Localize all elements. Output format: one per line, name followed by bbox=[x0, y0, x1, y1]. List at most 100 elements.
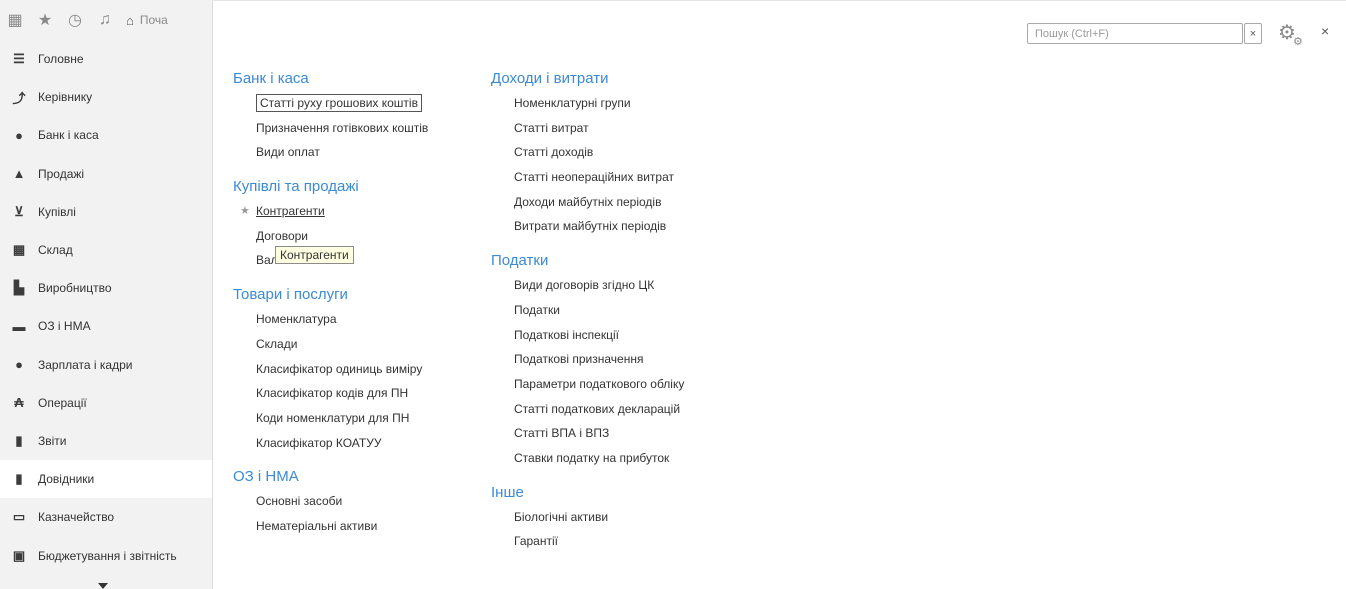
sidebar-item[interactable]: ▙ Виробництво bbox=[0, 269, 212, 307]
nav-link-label: Класифікатор кодів для ПН bbox=[256, 386, 409, 401]
nav-link-label: Контрагенти bbox=[256, 204, 325, 219]
scroll-down-icon[interactable] bbox=[98, 583, 108, 589]
nav-link[interactable]: Класифікатор кодів для ПН bbox=[256, 381, 428, 406]
nav-link-label: Номенклатура bbox=[256, 312, 337, 327]
nav-link[interactable]: Класифікатор КОАТУУ bbox=[256, 431, 428, 456]
sidebar-item-label: Керівнику bbox=[38, 90, 93, 105]
section-title: Інше bbox=[491, 483, 524, 501]
nav-link[interactable]: Договори bbox=[256, 224, 428, 249]
sidebar-item[interactable]: ₳ Операції bbox=[0, 384, 212, 422]
nav-link[interactable]: Призначення готівкових коштів bbox=[256, 116, 428, 141]
nav-link-label: Статті податкових декларацій bbox=[514, 401, 681, 416]
nav-link[interactable]: Класифікатор одиниць виміру bbox=[256, 357, 428, 382]
nav-link[interactable]: Податки bbox=[514, 298, 684, 323]
nav-link[interactable]: Нематеріальні активи bbox=[256, 514, 428, 539]
close-button[interactable]: × bbox=[1321, 23, 1329, 39]
favorite-star-icon[interactable]: ★ bbox=[240, 199, 250, 224]
nav-link[interactable]: Ставки податку на прибуток bbox=[514, 446, 684, 471]
nav-link[interactable]: Коди номенклатури для ПН bbox=[256, 406, 428, 431]
sidebar-item-label: Купівлі bbox=[38, 204, 76, 219]
nav-link[interactable]: Статті ВПА і ВПЗ bbox=[514, 421, 684, 446]
operations-icon: ₳ bbox=[14, 395, 24, 411]
sidebar-item[interactable]: ▮ Звіти bbox=[0, 422, 212, 460]
nav-link[interactable]: Основні засоби bbox=[256, 489, 428, 514]
section-links: Номенклатурні групи Статті витрат Статті д… bbox=[491, 91, 684, 239]
nav-link[interactable]: Податкові призначення bbox=[514, 347, 684, 372]
nav-link[interactable]: Податкові інспекції bbox=[514, 323, 684, 348]
sidebar-item[interactable]: ▲ Продажі bbox=[0, 155, 212, 193]
nav-link[interactable]: Статті руху грошових коштів bbox=[256, 91, 428, 116]
sidebar-toolbar: ▦ ★ ◷ ♫ ⌂ Поча bbox=[0, 0, 212, 40]
apps-grid-icon[interactable]: ▦ bbox=[0, 0, 30, 40]
money-icon: ▭ bbox=[12, 509, 26, 525]
nav-link[interactable]: ★ Контрагенти bbox=[240, 199, 428, 224]
settings-gear-icon[interactable]: ⚙⚙ bbox=[1278, 20, 1306, 48]
right-column: Доходи і витрати Номенклатурні групи Статт… bbox=[491, 67, 684, 564]
section-title: Банк і каса bbox=[233, 70, 309, 87]
nav-link-label: Основні засоби bbox=[256, 494, 343, 509]
nav-link-label: Договори bbox=[256, 228, 309, 243]
search-input[interactable] bbox=[1028, 24, 1242, 43]
sidebar-item[interactable]: ● Банк і каса bbox=[0, 116, 212, 154]
sidebar-item[interactable]: ⊻ Купівлі bbox=[0, 193, 212, 231]
sidebar-item-label: ОЗ і НМА bbox=[38, 319, 91, 334]
sidebar-item-label: Виробництво bbox=[38, 281, 112, 296]
section-links: Види договорів згідно ЦК Податки Податкові… bbox=[491, 273, 684, 471]
nav-link[interactable]: Статті витрат bbox=[514, 116, 684, 141]
nav-link[interactable]: Гарантії bbox=[514, 529, 684, 554]
sidebar-item[interactable]: ▦ Склад bbox=[0, 231, 212, 269]
nav-link[interactable]: Доходи майбутніх періодів bbox=[514, 190, 684, 215]
clear-search-button[interactable]: × bbox=[1244, 23, 1262, 44]
nav-link-label: Призначення готівкових коштів bbox=[256, 120, 429, 135]
section-title: ОЗ і НМА bbox=[233, 468, 299, 486]
nav-link-label: Податкові призначення bbox=[514, 352, 644, 367]
sidebar-item-label: Головне bbox=[38, 52, 84, 67]
nav-link-label: Доходи майбутніх періодів bbox=[514, 194, 662, 209]
section-links: Біологічні активи Гарантії bbox=[491, 505, 684, 554]
nav-link-label: Нематеріальні активи bbox=[256, 518, 378, 533]
nav-link-label: Статті витрат bbox=[514, 120, 589, 135]
sidebar-item[interactable]: ▮ Довідники bbox=[0, 460, 212, 499]
sidebar-item[interactable]: ▬ ОЗ і НМА bbox=[0, 307, 212, 345]
nav-link[interactable]: Біологічні активи bbox=[514, 505, 684, 530]
sidebar-item-label: Банк і каса bbox=[38, 128, 99, 143]
sidebar-item[interactable]: ⤴ Керівнику bbox=[0, 78, 212, 116]
nav-link[interactable]: Витрати майбутніх періодів bbox=[514, 214, 684, 239]
sidebar: ☰ Головне ⤴ Керівнику ● Банк і каса ▲ Продажі ⊻ К… bbox=[0, 40, 212, 589]
nav-link[interactable]: Номенклатурні групи bbox=[514, 91, 684, 116]
nav-link-label: Статті неопераційних витрат bbox=[514, 170, 674, 185]
sidebar-item[interactable]: ☰ Головне bbox=[0, 40, 212, 78]
nav-link[interactable]: Види договорів згідно ЦК bbox=[514, 273, 684, 298]
sidebar-item[interactable]: ▣ Бюджетування і звітність bbox=[0, 536, 212, 574]
nav-link-label: Ставки податку на прибуток bbox=[514, 450, 670, 465]
section-title: Купівлі та продажі bbox=[233, 178, 359, 196]
sidebar-item-label: Звіти bbox=[38, 433, 67, 448]
sidebar-item-label: Казначейство bbox=[38, 510, 115, 525]
bell-icon[interactable]: ♫ bbox=[90, 0, 120, 40]
sidebar-item[interactable]: ▭ Казначейство bbox=[0, 498, 212, 536]
sidebar-item[interactable]: ● Зарплата і кадри bbox=[0, 346, 212, 384]
home-tab[interactable]: ⌂ Поча bbox=[120, 13, 168, 28]
shopping-bag-icon: ▲ bbox=[12, 166, 26, 182]
nav-link-label: Податкові інспекції bbox=[514, 327, 619, 342]
star-icon[interactable]: ★ bbox=[30, 0, 60, 40]
nav-link-label: Податки bbox=[514, 302, 560, 317]
nav-link-label: Статті ВПА і ВПЗ bbox=[514, 426, 610, 441]
search-box bbox=[1027, 23, 1243, 44]
sidebar-item-label: Операції bbox=[38, 395, 87, 410]
nav-link[interactable]: Склади bbox=[256, 332, 428, 357]
truck-icon: ▬ bbox=[12, 318, 26, 334]
history-icon[interactable]: ◷ bbox=[60, 0, 90, 40]
person-icon: ● bbox=[15, 357, 23, 373]
nav-link[interactable]: Параметри податкового обліку bbox=[514, 372, 684, 397]
nav-link[interactable]: Статті доходів bbox=[514, 140, 684, 165]
nav-link-label: Статті руху грошових коштів bbox=[256, 94, 422, 112]
cart-icon: ⊻ bbox=[14, 203, 24, 219]
nav-link[interactable]: Номенклатура bbox=[256, 307, 428, 332]
sidebar-item-label: Зарплата і кадри bbox=[38, 357, 133, 372]
nav-link[interactable]: Види оплат bbox=[256, 140, 428, 165]
nav-link[interactable]: Статті податкових декларацій bbox=[514, 397, 684, 422]
warehouse-icon: ▦ bbox=[12, 242, 26, 258]
nav-link-label: Склади bbox=[256, 336, 298, 351]
nav-link[interactable]: Статті неопераційних витрат bbox=[514, 165, 684, 190]
